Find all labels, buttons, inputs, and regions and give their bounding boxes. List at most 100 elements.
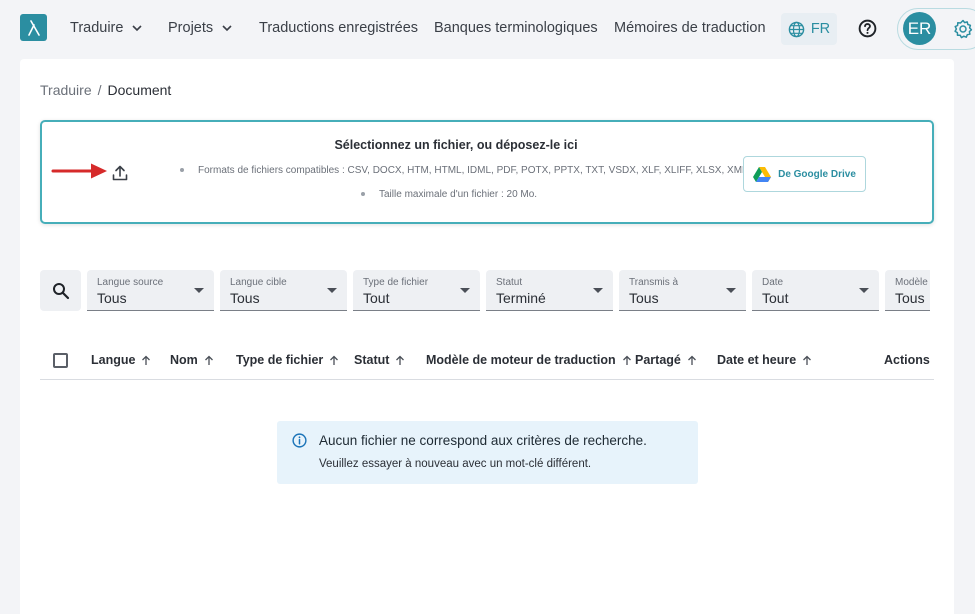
select-all-checkbox[interactable] (53, 353, 68, 368)
bullet-icon (180, 168, 184, 173)
upload-icon[interactable] (111, 164, 129, 182)
file-drop-zone[interactable]: Sélectionnez un fichier, ou déposez-le i… (40, 120, 934, 224)
filter-value: Tous (230, 290, 260, 306)
filter-value: Tout (363, 290, 390, 306)
column-header-engine-model[interactable]: Modèle de moteur de traduction (426, 353, 632, 367)
globe-icon (788, 21, 805, 37)
column-header-label: Date et heure (717, 353, 797, 367)
bullet-icon (361, 192, 365, 197)
nav-term-banks[interactable]: Banques terminologiques (434, 20, 598, 36)
sort-arrow-up-icon[interactable] (622, 355, 632, 366)
dropdown-caret-icon (460, 288, 470, 293)
filter-label: Statut (496, 277, 523, 288)
filter-status[interactable]: Statut Terminé (486, 270, 613, 311)
max-file-size-text: Taille maximale d'un fichier : 20 Mo. (361, 189, 537, 200)
column-header-name[interactable]: Nom (170, 353, 214, 367)
dropdown-caret-icon (194, 288, 204, 293)
breadcrumb-current: Document (107, 82, 172, 98)
dropdown-caret-icon (726, 288, 736, 293)
filter-label: Date (762, 277, 784, 288)
column-header-label: Statut (354, 353, 390, 367)
dropdown-caret-icon (859, 288, 869, 293)
empty-state-title: Aucun fichier ne correspond aux critères… (319, 433, 647, 448)
filter-value: Tous (97, 290, 127, 306)
column-header-actions: Actions (884, 353, 930, 367)
gear-icon[interactable] (953, 19, 973, 39)
table-header: Langue Nom Type de fichier Statut Modèle… (40, 340, 934, 380)
column-header-label: Nom (170, 353, 198, 367)
column-header-label: Partagé (635, 353, 681, 367)
filter-label: Langue source (97, 277, 164, 288)
nav-translate-label: Traduire (70, 20, 124, 36)
sort-arrow-up-icon[interactable] (329, 355, 339, 366)
nav-term-banks-label: Banques terminologiques (434, 20, 598, 36)
nav-translate-menu[interactable]: Traduire (70, 20, 143, 36)
avatar[interactable]: ER (903, 12, 936, 45)
sort-arrow-up-icon[interactable] (141, 355, 151, 366)
column-header-date-time[interactable]: Date et heure (717, 353, 812, 367)
filter-target-language[interactable]: Langue cible Tous (220, 270, 347, 311)
column-header-label: Modèle de moteur de traduction (426, 353, 616, 367)
empty-state-subtitle: Veuillez essayer à nouveau avec un mot-c… (319, 458, 592, 470)
language-selector-button[interactable]: FR (781, 13, 837, 45)
search-button[interactable] (40, 270, 81, 311)
user-menu[interactable]: ER (897, 8, 975, 50)
supported-formats-text: Formats de fichiers compatibles : CSV, D… (180, 165, 748, 176)
google-drive-label: De Google Drive (778, 168, 856, 180)
column-header-language[interactable]: Langue (91, 353, 151, 367)
google-drive-icon (753, 167, 772, 182)
nav-translation-memories[interactable]: Mémoires de traduction (614, 20, 766, 36)
column-header-status[interactable]: Statut (354, 353, 405, 367)
search-icon (52, 282, 69, 299)
filter-sent-to[interactable]: Transmis à Tous (619, 270, 746, 311)
column-header-label: Type de fichier (236, 353, 324, 367)
app-logo[interactable] (20, 14, 47, 41)
empty-state-message: Aucun fichier ne correspond aux critères… (277, 421, 698, 484)
max-file-size-label: Taille maximale d'un fichier : 20 Mo. (379, 189, 538, 200)
help-icon[interactable] (858, 19, 877, 38)
nav-projects-menu[interactable]: Projets (168, 20, 233, 36)
info-icon (292, 433, 307, 448)
dropdown-caret-icon (327, 288, 337, 293)
column-header-label: Actions (884, 353, 930, 367)
language-code: FR (810, 21, 831, 37)
filter-date[interactable]: Date Tout (752, 270, 879, 311)
main-content-card: Traduire / Document Sélectionnez un fichie… (20, 59, 954, 614)
nav-saved-translations-label: Traductions enregistrées (259, 20, 419, 36)
breadcrumb-separator: / (97, 82, 102, 98)
lambda-logo-icon (27, 19, 40, 36)
filter-label: Langue cible (230, 277, 287, 288)
supported-formats-label: Formats de fichiers compatibles : CSV, D… (198, 165, 748, 176)
filter-source-language[interactable]: Langue source Tous (87, 270, 214, 311)
column-header-label: Langue (91, 353, 136, 367)
top-navigation-bar: Traduire Projets Traductions enregistrée… (0, 0, 975, 58)
filter-label: Transmis à (629, 277, 679, 288)
filter-label: Type de fichier (363, 277, 429, 288)
google-drive-button[interactable]: De Google Drive (743, 156, 866, 192)
filter-value: Tout (762, 290, 789, 306)
nav-translation-memories-label: Mémoires de traduction (614, 20, 766, 36)
sort-arrow-up-icon[interactable] (395, 355, 405, 366)
filter-value: Tous (895, 290, 925, 306)
filter-model[interactable]: Modèle Tous (885, 270, 930, 311)
nav-projects-label: Projets (168, 20, 214, 36)
dropdown-caret-icon (593, 288, 603, 293)
filter-model-clip: Modèle Tous (885, 270, 930, 311)
avatar-initials: ER (907, 18, 932, 38)
sort-arrow-up-icon[interactable] (687, 355, 697, 366)
filter-value: Terminé (496, 290, 546, 306)
chevron-down-icon (222, 25, 232, 32)
sort-arrow-up-icon[interactable] (802, 355, 812, 366)
chevron-down-icon (132, 25, 143, 32)
drop-zone-title[interactable]: Sélectionnez un fichier, ou déposez-le i… (42, 138, 870, 152)
nav-saved-translations[interactable]: Traductions enregistrées (259, 20, 418, 36)
filter-value: Tous (629, 290, 659, 306)
filter-file-type[interactable]: Type de fichier Tout (353, 270, 480, 311)
breadcrumb: Traduire / Document (40, 82, 171, 98)
filter-label: Modèle (895, 277, 928, 288)
breadcrumb-parent-link[interactable]: Traduire (40, 82, 92, 98)
column-header-shared[interactable]: Partagé (635, 353, 697, 367)
sort-arrow-up-icon[interactable] (204, 355, 214, 366)
column-header-file-type[interactable]: Type de fichier (236, 353, 339, 367)
red-arrow-annotation-icon (51, 163, 107, 179)
